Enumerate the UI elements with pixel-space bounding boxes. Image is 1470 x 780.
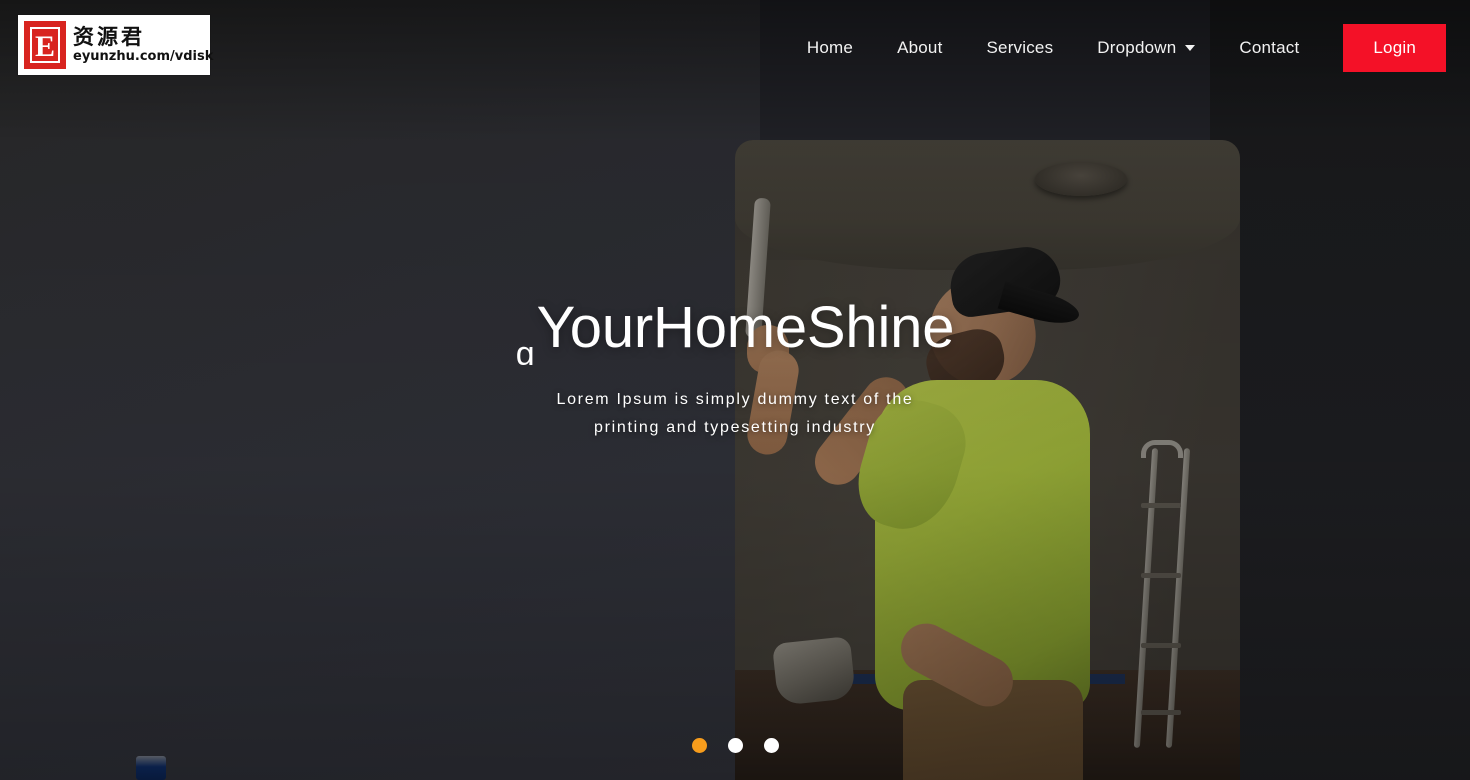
watermark-overlay: E 资源君 eyunzhu.com/vdisk (18, 15, 213, 75)
nav-link-home[interactable]: Home (785, 28, 875, 68)
nav-dropdown-label: Dropdown (1097, 37, 1177, 57)
main-navbar: vice Home About Services Dropdown Contac… (0, 0, 1470, 95)
photo-dim-overlay (0, 0, 1470, 780)
watermark-url: eyunzhu.com/vdisk (73, 48, 214, 64)
nav-links: Home About Services Dropdown Contact Log… (785, 23, 1446, 72)
nav-link-services[interactable]: Services (965, 28, 1076, 68)
nav-link-dropdown[interactable]: Dropdown (1075, 28, 1217, 68)
carousel-dot-1[interactable] (691, 738, 707, 753)
nav-link-about[interactable]: About (875, 28, 964, 68)
carousel-dot-3[interactable] (763, 738, 779, 753)
watermark-logo-icon: E (24, 21, 66, 69)
chevron-down-icon (1185, 44, 1196, 51)
watermark-logo-letter: E (30, 27, 60, 63)
login-button[interactable]: Login (1343, 23, 1446, 72)
watermark-text: 资源君 eyunzhu.com/vdisk (73, 26, 213, 65)
hero-background-photo (0, 0, 1470, 780)
page-root: vice Home About Services Dropdown Contac… (0, 0, 1470, 780)
carousel-indicators (0, 738, 1470, 753)
watermark-chinese-name: 资源君 (73, 24, 145, 49)
nav-link-contact[interactable]: Contact (1217, 28, 1321, 68)
carousel-dot-2[interactable] (727, 738, 743, 753)
